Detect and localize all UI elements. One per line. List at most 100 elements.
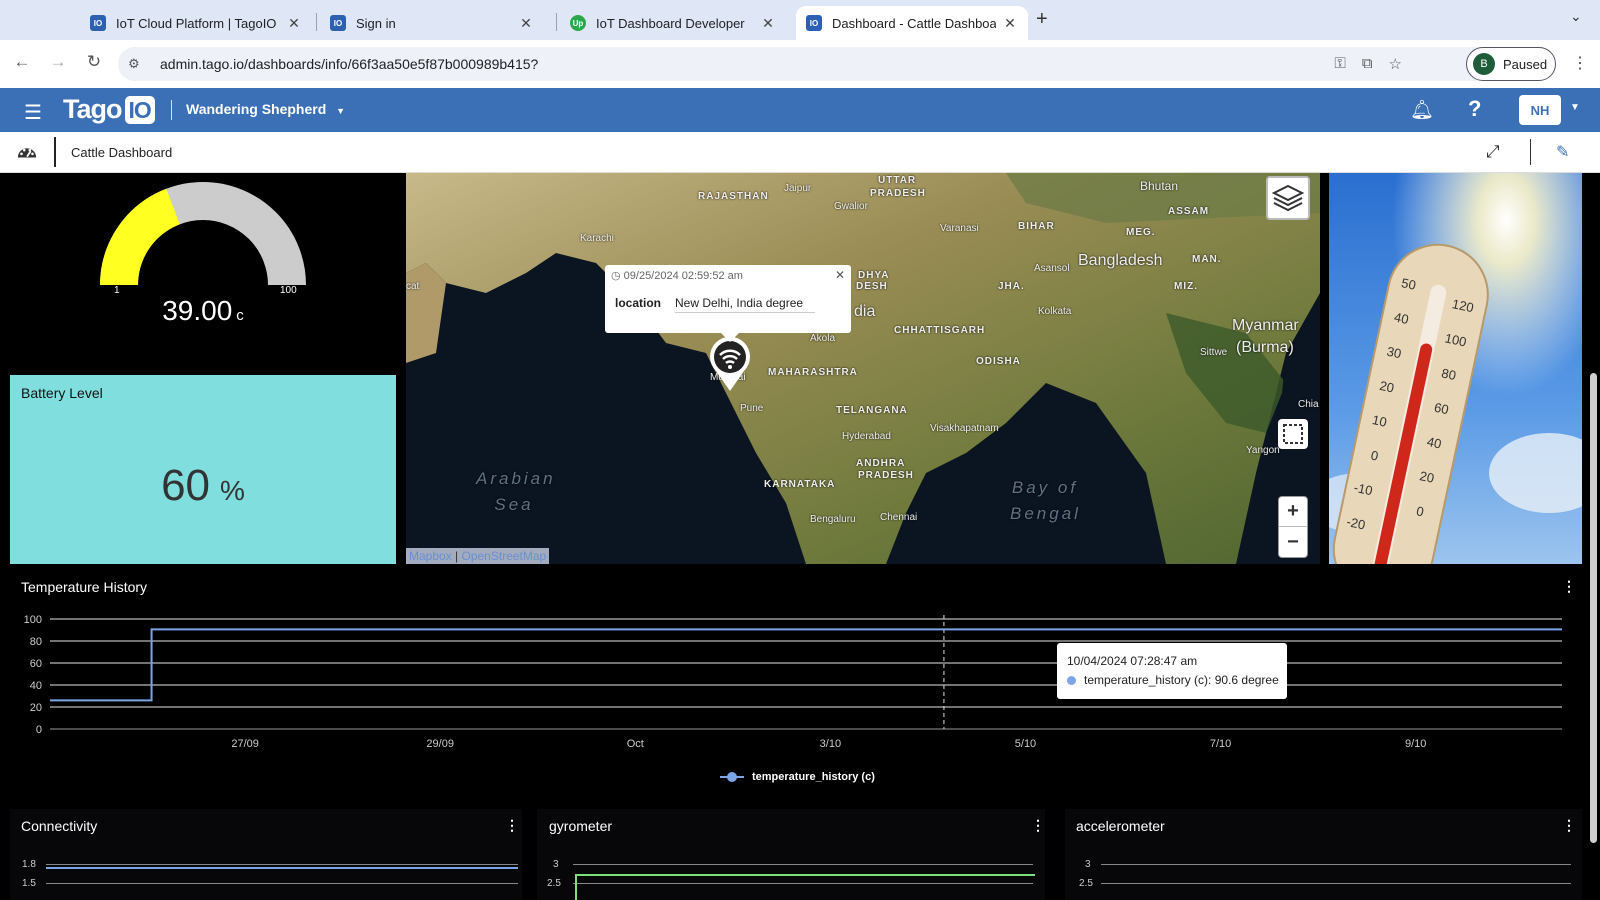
subheader-divider (1530, 139, 1531, 165)
map-layers-button[interactable] (1266, 176, 1310, 220)
profile-status-label: Paused (1503, 56, 1548, 72)
install-app-icon[interactable]: ⧉ (1362, 55, 1373, 73)
popup-timestamp: ◷ 09/25/2024 02:59:52 am (611, 269, 743, 282)
browser-tab-1[interactable]: IO IoT Cloud Platform | TagoIO ✕ (80, 6, 312, 40)
mapbox-link[interactable]: Mapbox (409, 549, 452, 563)
map-label: PRADESH (870, 188, 926, 199)
zoom-in-icon[interactable]: + (1279, 497, 1307, 527)
map-label: PRADESH (858, 470, 914, 481)
svg-text:30: 30 (1385, 344, 1402, 362)
map-label: Chia (1298, 399, 1319, 410)
account-name: Wandering Shepherd (186, 101, 327, 117)
map-sea-label: Bengal (1010, 504, 1081, 523)
svg-text:80: 80 (1440, 365, 1457, 383)
close-tab-icon[interactable]: ✕ (286, 15, 302, 32)
connectivity-widget: Connectivity ⋮ 1.8 1.5 (10, 809, 522, 900)
back-arrow-icon[interactable]: ← (10, 52, 34, 72)
app-header: ☰ Tago IO Wandering Shepherd ▼ 🔔︎ ? NH ▼ (0, 88, 1600, 132)
hamburger-menu-icon[interactable]: ☰ (24, 100, 42, 125)
tagoio-logo[interactable]: Tago IO (63, 94, 155, 125)
widget-menu-icon[interactable]: ⋮ (1562, 817, 1576, 834)
battery-unit: % (220, 475, 245, 506)
tab-label: IoT Cloud Platform | TagoIO (116, 15, 277, 31)
map-label: dia (854, 303, 876, 320)
notification-bell-icon[interactable]: 🔔︎ (1410, 98, 1434, 122)
browser-tab-3[interactable]: Up IoT Dashboard Developer ✕ (560, 6, 786, 40)
close-tab-icon[interactable]: ✕ (518, 15, 534, 32)
y-tick-label: 20 (30, 702, 42, 714)
chart-tooltip: 10/04/2024 07:28:47 am temperature_histo… (1057, 643, 1287, 699)
svg-text:20: 20 (1378, 378, 1395, 396)
reload-icon[interactable]: ↻ (82, 52, 106, 72)
profile-paused-button[interactable]: B Paused (1466, 47, 1556, 81)
battery-value: 60% (10, 461, 396, 511)
page-scrollbar[interactable] (1590, 373, 1597, 843)
map-label: MAHARASHTRA (768, 367, 858, 378)
logo-text: Tago (63, 94, 122, 124)
map-label: UTTAR (878, 175, 917, 186)
url-omnibox[interactable]: ⚙ admin.tago.io/dashboards/info/66f3aa50… (118, 47, 1492, 81)
browser-tab-4-active[interactable]: IO Dashboard - Cattle Dashboard ✕ (796, 6, 1028, 40)
close-tab-icon[interactable]: ✕ (760, 15, 776, 32)
widget-menu-icon[interactable]: ⋮ (505, 817, 519, 834)
map-label: Bengaluru (810, 514, 856, 525)
chart-y-ticks: 0 20 40 60 80 100 (24, 614, 42, 736)
svg-text:10: 10 (1371, 412, 1388, 430)
map-area-select-button[interactable] (1278, 419, 1308, 449)
map-widget[interactable]: RAJASTHAN Jaipur UTTAR PRADESH Gwalior B… (406, 173, 1320, 564)
svg-text:50: 50 (1400, 275, 1417, 293)
y-tick-label: 60 (30, 658, 42, 670)
y-tick-label: 80 (30, 636, 42, 648)
map-label: Bangladesh (1078, 252, 1163, 269)
y-tick-label: 3 (1085, 859, 1091, 870)
x-tick-label: 7/10 (1210, 738, 1231, 750)
user-menu-chevron-icon[interactable]: ▼ (1570, 102, 1580, 113)
gyrometer-title: gyrometer (549, 818, 613, 834)
popup-close-icon[interactable]: ✕ (835, 268, 845, 282)
chart-legend[interactable]: temperature_history (c) (720, 771, 875, 783)
widget-menu-icon[interactable]: ⋮ (1562, 578, 1576, 595)
account-selector[interactable]: Wandering Shepherd ▼ (186, 101, 345, 117)
map-label: Asansol (1034, 263, 1070, 274)
address-bar-row: ← → ↻ ⚙ admin.tago.io/dashboards/info/66… (0, 40, 1600, 88)
openstreetmap-link[interactable]: OpenStreetMap (462, 549, 547, 563)
map-label: Varanasi (940, 223, 979, 234)
fullscreen-expand-icon[interactable]: ⤢ (1486, 142, 1500, 162)
gyrometer-series-line (575, 874, 1035, 876)
forward-arrow-icon[interactable]: → (46, 52, 70, 72)
dashboard-subheader: Cattle Dashboard ⤢ ✎ (0, 132, 1600, 173)
gauge-graphic (100, 182, 306, 286)
password-key-icon[interactable]: ⚿ (1334, 55, 1345, 73)
map-label: BIHAR (1018, 221, 1055, 232)
bookmark-star-icon[interactable]: ☆ (1389, 55, 1402, 73)
tooltip-value: temperature_history (c): 90.6 degree (1084, 673, 1279, 687)
map-label: Kolkata (1038, 306, 1072, 317)
map-label: Akola (810, 333, 836, 344)
user-avatar-button[interactable]: NH (1519, 95, 1561, 125)
dashboard-speedometer-icon[interactable] (16, 141, 38, 163)
chart-series-line (50, 628, 1562, 702)
help-question-icon[interactable]: ? (1468, 96, 1481, 122)
widget-menu-icon[interactable]: ⋮ (1031, 817, 1045, 834)
map-label: MAN. (1192, 254, 1222, 265)
site-info-icon[interactable]: ⚙ (128, 56, 148, 72)
gridline (1101, 883, 1571, 884)
zoom-out-icon[interactable]: − (1279, 527, 1307, 557)
url-text[interactable]: admin.tago.io/dashboards/info/66f3aa50e5… (160, 56, 538, 72)
map-label: Chennai (880, 512, 918, 523)
tab-search-chevron-icon[interactable]: ⌄ (1570, 8, 1582, 25)
browser-tab-2[interactable]: IO Sign in ✕ (320, 6, 544, 40)
layers-icon (1271, 184, 1305, 212)
edit-pencil-icon[interactable]: ✎ (1556, 142, 1569, 162)
browser-menu-icon[interactable]: ⋮ (1572, 53, 1588, 73)
popup-time-text: 09/25/2024 02:59:52 am (623, 270, 743, 282)
device-location-marker-icon[interactable] (706, 335, 754, 393)
map-label: Pune (740, 403, 764, 414)
map-sea-label: Sea (494, 495, 534, 514)
close-tab-icon[interactable]: ✕ (1002, 15, 1018, 32)
gauge-value-number: 39.00 (162, 295, 233, 326)
svg-text:40: 40 (1426, 434, 1443, 452)
connectivity-series-line (46, 867, 518, 869)
map-label: Gwalior (834, 201, 868, 212)
new-tab-icon[interactable]: + (1036, 8, 1048, 31)
